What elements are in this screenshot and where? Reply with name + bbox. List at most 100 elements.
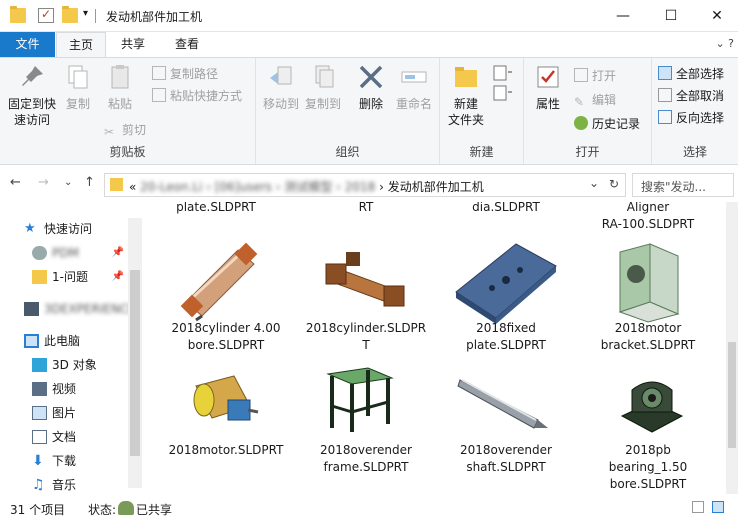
music-icon: ♫ — [32, 477, 45, 493]
file-item[interactable]: 2018cylinder.SLDPR T — [296, 320, 436, 354]
nav-item-3dexperience[interactable]: 3DEXPERIENCE — [0, 298, 140, 320]
tab-view[interactable]: 查看 — [164, 32, 210, 57]
nav-this-pc[interactable]: 此电脑 — [0, 330, 140, 352]
address-current-folder[interactable]: 发动机部件加工机 — [388, 180, 484, 194]
nav-quick-access-label: 快速访问 — [44, 222, 93, 236]
file-item[interactable]: plate.SLDPRT — [146, 202, 286, 216]
address-path-redacted: 20-Leon.Li › [06]users › 测试模型 › 2018 — [140, 180, 376, 194]
ribbon-tabs: 文件 主页 共享 查看 ⌄ ? — [0, 32, 738, 58]
recent-locations-icon[interactable]: ⌄ — [64, 177, 72, 188]
pin-icon — [22, 66, 43, 86]
forward-button[interactable]: → — [38, 175, 49, 190]
copy-to-button[interactable]: 复制到 — [302, 62, 344, 112]
rename-icon — [401, 71, 427, 83]
close-button[interactable]: ✕ — [694, 0, 738, 32]
nav-music[interactable]: ♫ 音乐 — [0, 474, 140, 496]
overender-shaft-thumbnail — [457, 379, 548, 429]
file-item[interactable]: 2018motor bracket.SLDPRT — [578, 320, 718, 354]
nav-downloads[interactable]: ⬇ 下载 — [0, 450, 140, 472]
file-item[interactable]: 2018overender frame.SLDPRT — [296, 442, 436, 476]
nav-item-pdm[interactable]: PDM 📌 — [0, 242, 140, 264]
quick-access-dropdown-icon[interactable]: ▾ — [83, 8, 88, 19]
download-icon: ⬇ — [32, 453, 44, 469]
new-folder-icon[interactable] — [62, 6, 78, 23]
content-scrollbar[interactable] — [726, 202, 738, 494]
file-name: 2018pb bearing_1.50 bore.SLDPRT — [608, 443, 688, 491]
file-item[interactable]: RT — [296, 202, 436, 216]
file-name: 2018cylinder.SLDPR T — [305, 321, 427, 352]
maximize-button[interactable]: ☐ — [648, 0, 694, 32]
history-button[interactable]: 历史记录 — [574, 114, 640, 134]
file-item[interactable]: 2018overender shaft.SLDPRT — [436, 442, 576, 476]
nav-item-issues[interactable]: 1-问题 📌 — [0, 266, 140, 288]
edit-button[interactable]: ✎ 编辑 — [574, 90, 616, 110]
pin-quick-access-button[interactable]: 固定到快 速访问 — [4, 62, 60, 128]
address-bar[interactable]: « 20-Leon.Li › [06]users › 测试模型 › 2018 ›… — [104, 173, 626, 197]
move-to-button[interactable]: 移动到 — [260, 62, 302, 112]
file-item[interactable]: dia.SLDPRT — [436, 202, 576, 216]
open-button[interactable]: 打开 — [574, 66, 616, 86]
nav-videos[interactable]: 视频 — [0, 378, 140, 400]
pencil-icon: ✎ — [574, 95, 585, 109]
cut-button[interactable]: ✂ 剪切 — [104, 120, 146, 140]
cylinder-thumbnail — [325, 252, 405, 307]
title-bar: ▾ 发动机部件加工机 — ☐ ✕ — [0, 0, 738, 32]
address-dropdown-icon[interactable]: ⌄ — [589, 176, 599, 190]
folder-icon — [10, 6, 26, 23]
address-overflow-prefix[interactable]: « — [129, 180, 136, 194]
nav-item-3dexperience-label: 3DEXPERIENCE — [44, 302, 136, 316]
nav-documents[interactable]: 文档 — [0, 426, 140, 448]
copy-path-button[interactable]: 复制路径 — [152, 64, 218, 84]
new-folder-button[interactable]: 新建 文件夹 — [444, 62, 488, 128]
tab-home[interactable]: 主页 — [56, 32, 106, 58]
delete-icon — [359, 65, 383, 89]
new-folder-label: 新建 文件夹 — [447, 97, 484, 127]
file-item[interactable]: 2018motor.SLDPRT — [156, 442, 296, 459]
properties-button[interactable]: 属性 — [528, 62, 568, 112]
copy-button[interactable]: 复制 — [60, 62, 96, 112]
nav-3d-objects[interactable]: 3D 对象 — [0, 354, 140, 376]
file-item[interactable]: 2018pb bearing_1.50 bore.SLDPRT — [578, 442, 718, 493]
ribbon-expand-help[interactable]: ⌄ ? — [715, 37, 734, 50]
nav-scrollbar-thumb[interactable] — [130, 270, 140, 456]
refresh-icon[interactable]: ↻ — [609, 177, 619, 191]
content-scrollbar-thumb[interactable] — [728, 342, 736, 448]
tab-file[interactable]: 文件 — [0, 32, 55, 57]
navigation-bar: ← → ⌄ ↑ « 20-Leon.Li › [06]users › 测试模型 … — [0, 166, 738, 202]
nav-quick-access[interactable]: ★ 快速访问 — [0, 218, 140, 240]
details-view-icon[interactable] — [692, 501, 704, 513]
properties-label: 属性 — [535, 97, 560, 111]
copy-path-label: 复制路径 — [170, 67, 219, 81]
nav-pictures[interactable]: 图片 — [0, 402, 140, 424]
new-group: 新建 文件夹 新建 — [440, 58, 524, 164]
file-item[interactable]: 2018fixed plate.SLDPRT — [436, 320, 576, 354]
move-to-label: 移动到 — [262, 97, 299, 111]
invert-selection-button[interactable]: 反向选择 — [658, 108, 724, 128]
nav-item-issues-label: 1-问题 — [52, 270, 88, 284]
rename-button[interactable]: 重命名 — [392, 62, 436, 112]
paste-shortcut-label: 粘贴快捷方式 — [170, 89, 243, 103]
paste-shortcut-icon — [152, 88, 166, 102]
minimize-button[interactable]: — — [600, 0, 646, 32]
paste-button[interactable]: 粘贴 — [100, 62, 140, 112]
back-button[interactable]: ← — [10, 175, 21, 190]
new-item-icon[interactable] — [492, 64, 514, 104]
select-all-button[interactable]: 全部选择 — [658, 64, 724, 84]
file-item[interactable]: 2018cylinder 4.00 bore.SLDPRT — [156, 320, 296, 354]
delete-button[interactable]: 删除 — [352, 62, 390, 112]
select-none-button[interactable]: 全部取消 — [658, 86, 724, 106]
status-label: 状态: — [88, 503, 117, 517]
properties-icon[interactable] — [38, 7, 54, 23]
file-item[interactable]: Aligner RA-100.SLDPRT — [578, 202, 718, 233]
nav-scrollbar[interactable] — [128, 218, 142, 488]
paste-shortcut-button[interactable]: 粘贴快捷方式 — [152, 86, 242, 106]
up-button[interactable]: ↑ — [84, 175, 95, 190]
search-input[interactable]: 搜索"发动... — [632, 173, 734, 197]
item-count: 31 个项目 — [10, 503, 66, 517]
select-none-icon — [658, 88, 672, 102]
address-path[interactable]: « 20-Leon.Li › [06]users › 测试模型 › 2018 ›… — [129, 178, 484, 195]
address-folder-icon — [110, 178, 123, 191]
large-icons-view-icon[interactable] — [712, 501, 724, 513]
file-name: 2018fixed plate.SLDPRT — [466, 321, 546, 352]
tab-share[interactable]: 共享 — [110, 32, 156, 57]
